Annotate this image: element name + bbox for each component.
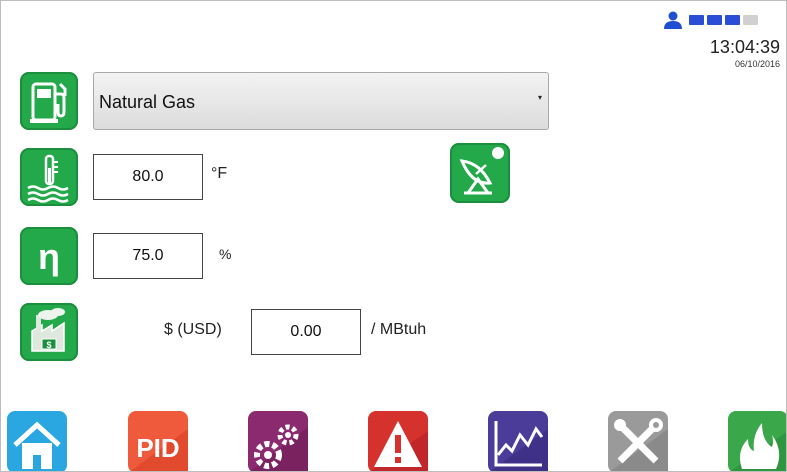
controller-screen: 13:04:39 06/10/2016 Natural Gas ▾ 80.0 °… [0,0,787,472]
alarm-warning-icon [368,411,428,471]
temperature-input[interactable]: 80.0 [93,154,203,200]
currency-label: $ (USD) [164,321,222,338]
trends-button[interactable] [488,411,548,471]
temperature-unit: °F [211,165,228,182]
chevron-down-icon: ▾ [537,93,542,102]
status-area: 13:04:39 06/10/2016 [660,9,780,79]
settings-gears-icon [248,411,308,471]
signal-bar-icon [689,15,704,25]
home-button[interactable] [7,411,67,471]
user-icon[interactable] [662,11,684,29]
efficiency-unit: % [219,246,232,262]
satellite-dish-icon[interactable] [450,143,510,203]
signal-bar-icon [707,15,722,25]
clock-date: 06/10/2016 [734,59,780,69]
eta-symbol: η [38,236,60,277]
pid-label: PID [136,433,179,463]
signal-bar-icon [725,15,740,25]
trend-chart-icon [488,411,548,471]
clock-time: 13:04:39 [709,37,780,57]
home-icon [7,411,67,471]
cost-unit: / MBtuh [371,321,427,338]
settings-button[interactable] [248,411,308,471]
burner-button[interactable] [728,411,786,471]
tools-icon [608,411,668,471]
cost-input[interactable]: 0.00 [251,309,361,355]
thermometer-water-icon [20,148,78,206]
fuel-pump-icon [20,72,78,130]
flame-icon [728,411,786,471]
svg-text:$: $ [46,340,51,350]
alarms-button[interactable] [368,411,428,471]
efficiency-input[interactable]: 75.0 [93,233,203,279]
factory-cost-icon: $ [20,303,78,361]
fuel-type-dropdown[interactable]: Natural Gas ▾ [93,72,549,130]
pid-button[interactable]: PID [128,411,188,471]
pid-icon: PID [128,411,188,471]
fuel-type-value: Natural Gas [99,92,196,112]
tools-button[interactable] [608,411,668,471]
eta-icon: η [20,227,78,285]
signal-bar-icon [743,15,758,25]
